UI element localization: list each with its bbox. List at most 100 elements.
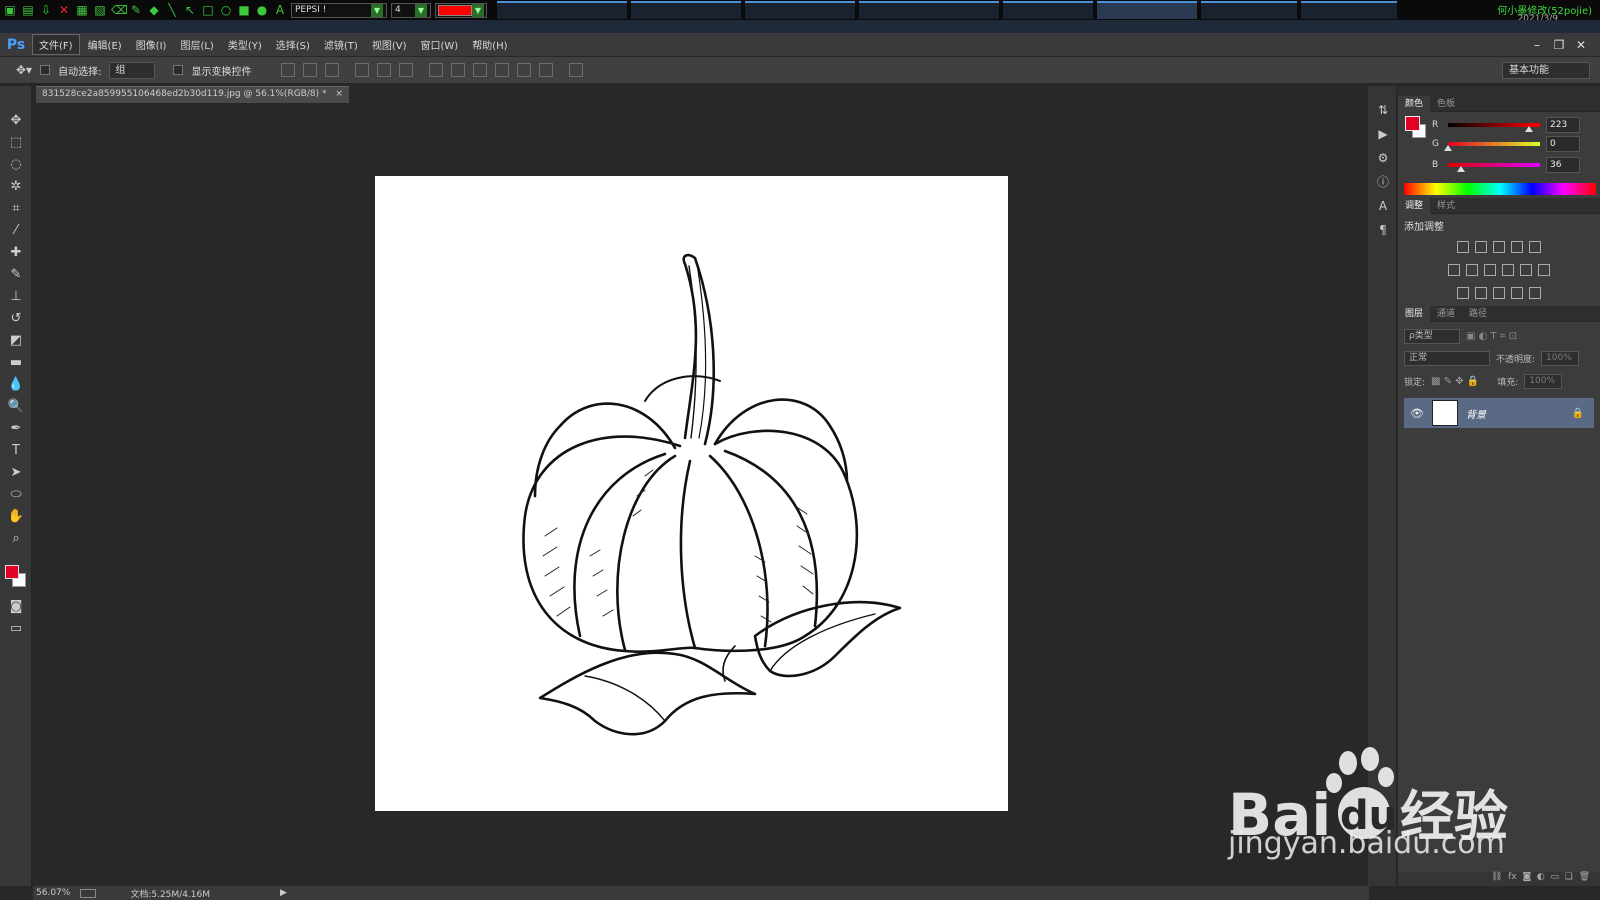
layer-row-background[interactable]: 👁 背景 🔒 [1404, 398, 1594, 428]
taskbar-item[interactable] [1097, 1, 1197, 19]
auto-select-checkbox[interactable] [40, 65, 51, 75]
add-mask-icon[interactable]: ◙ [1522, 872, 1531, 882]
exposure-icon[interactable] [1511, 241, 1523, 253]
filled-circle-icon[interactable]: ● [255, 3, 269, 17]
taskbar-item[interactable] [1003, 1, 1093, 19]
size-select[interactable]: 4 ▼ [391, 2, 431, 18]
quick-mask-icon[interactable]: ◙ [0, 596, 32, 618]
gradient-map-icon[interactable] [1529, 287, 1541, 299]
tab-paths[interactable]: 路径 [1462, 306, 1494, 322]
workspace-dropdown[interactable]: 基本功能 [1502, 62, 1590, 79]
menu-window[interactable]: 窗口(W) [414, 35, 464, 54]
eraser-icon[interactable]: ⌫ [111, 3, 128, 17]
distribute-left-icon[interactable] [495, 63, 510, 77]
brightness-icon[interactable] [1457, 241, 1469, 253]
r-slider-knob[interactable] [1524, 125, 1533, 132]
auto-select-dropdown[interactable]: 组 [109, 61, 156, 79]
delete-layer-icon[interactable]: 🗑 [1579, 872, 1590, 882]
ellipse-tool-icon[interactable]: ⬭ [0, 484, 32, 506]
layer-filter-icons[interactable]: ▣ ◐ T ⌗ ⊡ [1466, 331, 1517, 342]
status-menu-arrow-icon[interactable]: ▶ [280, 888, 287, 898]
fill-icon[interactable]: ◆ [147, 3, 161, 17]
align-right-icon[interactable] [399, 63, 414, 77]
r-slider[interactable] [1448, 122, 1540, 132]
arrow-icon[interactable]: ↖ [183, 3, 197, 17]
filled-rect-icon[interactable]: ■ [237, 3, 251, 17]
save-icon[interactable]: ▤ [21, 3, 35, 17]
distribute-bottom-icon[interactable] [473, 63, 488, 77]
path-select-tool-icon[interactable]: ➤ [0, 462, 32, 484]
pen-icon[interactable]: ✎ [129, 3, 143, 17]
history-panel-icon[interactable]: ⇅ [1368, 98, 1398, 122]
menu-edit[interactable]: 编辑(E) [82, 35, 128, 54]
marquee-tool-icon[interactable]: ⬚ [0, 132, 32, 154]
menu-view[interactable]: 视图(V) [366, 35, 413, 54]
move-tool-icon[interactable]: ✥ [0, 110, 32, 132]
download-icon[interactable]: ⇩ [39, 3, 53, 17]
show-transform-checkbox[interactable] [173, 65, 184, 75]
taskbar-item[interactable] [745, 1, 855, 19]
move-tool-icon[interactable]: ✥▾ [16, 63, 32, 77]
g-slider-knob[interactable] [1444, 144, 1452, 151]
align-top-icon[interactable] [281, 63, 296, 77]
opacity-input[interactable]: 100% [1541, 350, 1580, 366]
menu-type[interactable]: 类型(Y) [222, 35, 268, 54]
b-slider[interactable] [1448, 162, 1540, 172]
auto-align-icon[interactable] [569, 63, 584, 77]
fill-input[interactable]: 100% [1524, 373, 1563, 389]
taskbar-item[interactable] [631, 1, 741, 19]
blend-mode-select[interactable]: 正常 [1404, 350, 1490, 366]
hand-tool-icon[interactable]: ✋ [0, 506, 32, 528]
brush-tool-icon[interactable]: ✎ [0, 264, 32, 286]
dodge-tool-icon[interactable]: 🔍 [0, 396, 32, 418]
link-layers-icon[interactable]: ⛓ [1491, 872, 1502, 882]
color-spectrum-bar[interactable] [1404, 183, 1596, 195]
menu-filter[interactable]: 滤镜(T) [318, 35, 364, 54]
g-value[interactable]: 0 [1546, 135, 1580, 152]
color-balance-icon[interactable] [1466, 264, 1478, 276]
levels-icon[interactable] [1475, 241, 1487, 253]
black-white-icon[interactable] [1484, 264, 1496, 276]
gradient-tool-icon[interactable]: ▬ [0, 352, 32, 374]
align-left-icon[interactable] [355, 63, 370, 77]
layer-filter-select[interactable]: ρ类型 [1404, 328, 1460, 344]
distribute-hcenter-icon[interactable] [517, 63, 532, 77]
taskbar-item[interactable] [497, 1, 627, 19]
crop-tool-icon[interactable]: ⌗ [0, 198, 32, 220]
menu-file[interactable]: 文件(F) [32, 34, 80, 55]
threshold-icon[interactable] [1493, 287, 1505, 299]
tab-color[interactable]: 颜色 [1398, 95, 1431, 112]
actions-panel-icon[interactable]: ▶ [1368, 122, 1398, 146]
b-slider-knob[interactable] [1456, 165, 1465, 172]
r-value[interactable]: 223 [1546, 116, 1580, 133]
zoom-tool-icon[interactable]: ⌕ [0, 528, 32, 550]
align-bottom-icon[interactable] [325, 63, 340, 77]
paragraph-panel-icon[interactable]: ¶ [1368, 218, 1398, 242]
screen-mode-icon[interactable]: ▭ [0, 618, 32, 640]
text-icon[interactable]: A [273, 3, 287, 17]
menu-image[interactable]: 图像(I) [130, 35, 173, 54]
tab-channels[interactable]: 通道 [1430, 306, 1462, 322]
hue-saturation-icon[interactable] [1448, 264, 1460, 276]
tab-layers[interactable]: 图层 [1398, 305, 1431, 322]
character-panel-icon[interactable]: A [1368, 194, 1398, 218]
tab-adjustments[interactable]: 调整 [1398, 197, 1431, 214]
taskbar-item[interactable] [1201, 1, 1297, 19]
folder-icon[interactable]: ▧ [93, 3, 107, 17]
minimize-icon[interactable]: – [1526, 37, 1548, 53]
document-tab-close-icon[interactable]: × [335, 89, 343, 99]
tab-swatches[interactable]: 色板 [1430, 96, 1462, 112]
close-icon[interactable]: ✕ [57, 3, 71, 17]
posterize-icon[interactable] [1475, 287, 1487, 299]
magic-wand-tool-icon[interactable]: ✲ [0, 176, 32, 198]
lock-icons[interactable]: ▩ ✎ ✥ 🔒 [1431, 376, 1479, 387]
new-layer-icon[interactable]: ❏ [1565, 872, 1573, 882]
circle-icon[interactable]: ○ [219, 3, 233, 17]
healing-tool-icon[interactable]: ✚ [0, 242, 32, 264]
curves-icon[interactable] [1493, 241, 1505, 253]
history-brush-tool-icon[interactable]: ↺ [0, 308, 32, 330]
layer-name[interactable]: 背景 [1466, 406, 1564, 421]
panel-foreground-swatch[interactable] [1405, 116, 1420, 131]
b-value[interactable]: 36 [1546, 156, 1580, 173]
visibility-eye-icon[interactable]: 👁 [1410, 407, 1424, 420]
